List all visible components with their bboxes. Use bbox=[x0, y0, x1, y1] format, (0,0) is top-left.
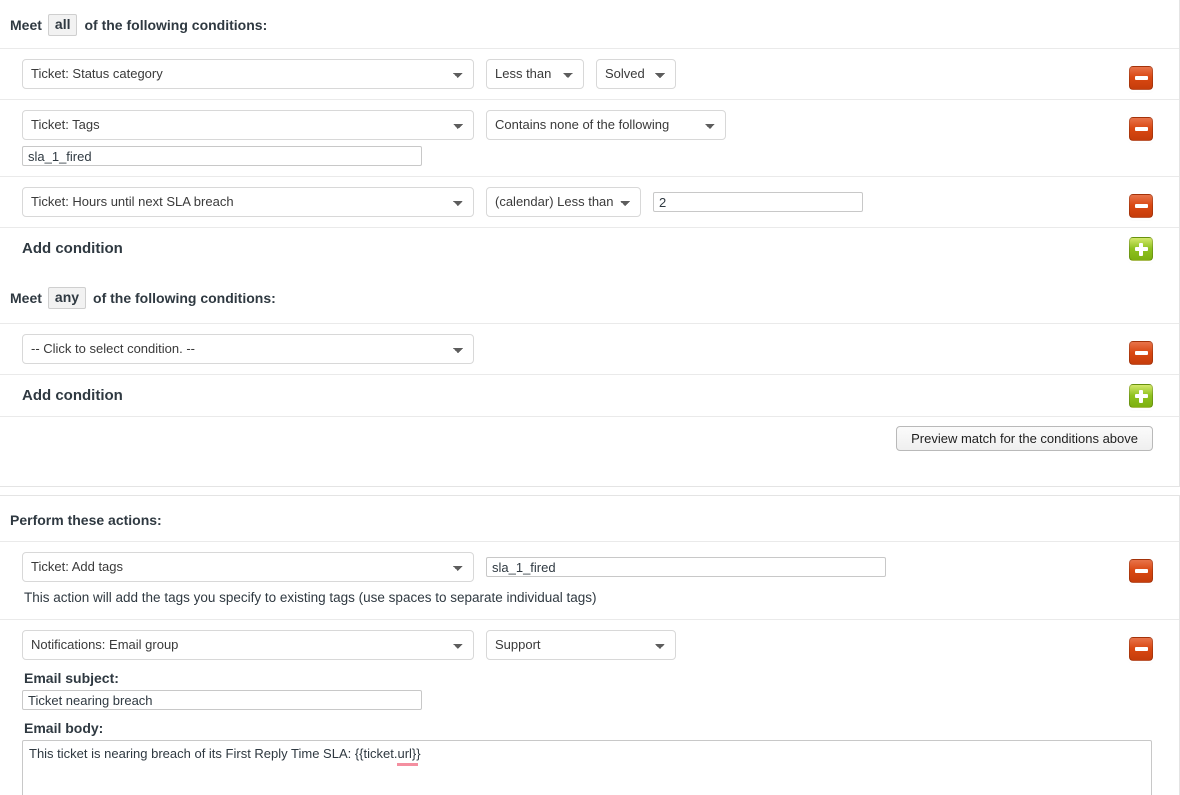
match-type-any-badge[interactable]: any bbox=[47, 287, 87, 309]
automation-rule-editor: Meet all of the following conditions: Ti… bbox=[0, 0, 1180, 795]
add-condition-label: Add condition bbox=[22, 240, 123, 257]
plus-icon-vertical bbox=[1139, 242, 1143, 256]
condition-operator-select[interactable]: Contains none of the following bbox=[486, 110, 726, 140]
email-body-textarea[interactable]: This ticket is nearing breach of its Fir… bbox=[22, 740, 1152, 795]
condition-hours-input[interactable] bbox=[653, 192, 863, 212]
condition-tags-input[interactable] bbox=[22, 146, 422, 166]
condition-operator-select[interactable]: (calendar) Less than bbox=[486, 187, 641, 217]
remove-action-button[interactable] bbox=[1129, 559, 1153, 583]
add-condition-row-any: Add condition bbox=[0, 374, 1179, 416]
meet-any-suffix: of the following conditions: bbox=[93, 290, 276, 306]
email-body-label: Email body: bbox=[24, 720, 104, 736]
conditions-panel: Meet all of the following conditions: Ti… bbox=[0, 0, 1180, 487]
remove-condition-button[interactable] bbox=[1129, 117, 1153, 141]
remove-condition-button[interactable] bbox=[1129, 66, 1153, 90]
condition-row-empty: -- Click to select condition. -- bbox=[0, 323, 1179, 374]
condition-row: Ticket: Status category Less than Solved bbox=[0, 48, 1179, 99]
remove-condition-button[interactable] bbox=[1129, 194, 1153, 218]
meet-any-header: Meet any of the following conditions: bbox=[0, 269, 1179, 323]
email-subject-label: Email subject: bbox=[24, 670, 119, 686]
minus-icon bbox=[1134, 569, 1148, 573]
preview-row: Preview match for the conditions above bbox=[0, 416, 1179, 464]
add-condition-button[interactable] bbox=[1129, 237, 1153, 261]
conditions-panel-spacer bbox=[0, 464, 1179, 486]
actions-panel: Perform these actions: Ticket: Add tags … bbox=[0, 495, 1180, 795]
perform-actions-title: Perform these actions: bbox=[10, 512, 162, 528]
meet-all-suffix: of the following conditions: bbox=[84, 17, 268, 33]
email-body-wrapper: This ticket is nearing breach of its Fir… bbox=[22, 740, 1179, 795]
minus-icon bbox=[1134, 127, 1148, 131]
condition-operator-select[interactable]: Less than bbox=[486, 59, 584, 89]
preview-match-button[interactable]: Preview match for the conditions above bbox=[896, 426, 1153, 451]
action-field-select[interactable]: Notifications: Email group bbox=[22, 630, 474, 660]
minus-icon bbox=[1134, 647, 1148, 651]
condition-value-select[interactable]: Solved bbox=[596, 59, 676, 89]
email-subject-input[interactable] bbox=[22, 690, 422, 710]
minus-icon bbox=[1134, 204, 1148, 208]
minus-icon bbox=[1134, 351, 1148, 355]
condition-field-select-empty[interactable]: -- Click to select condition. -- bbox=[22, 334, 474, 364]
add-condition-button[interactable] bbox=[1129, 384, 1153, 408]
meet-all-prefix: Meet bbox=[10, 17, 42, 33]
add-condition-row-all: Add condition bbox=[0, 227, 1179, 269]
match-type-all-badge[interactable]: all bbox=[47, 14, 78, 36]
action-field-select[interactable]: Ticket: Add tags bbox=[22, 552, 474, 582]
action-row: Ticket: Add tags This action will add th… bbox=[0, 541, 1179, 619]
action-tags-input[interactable] bbox=[486, 557, 886, 577]
action-email-group-select[interactable]: Support bbox=[486, 630, 676, 660]
condition-row: Ticket: Hours until next SLA breach (cal… bbox=[0, 176, 1179, 227]
action-hint-text: This action will add the tags you specif… bbox=[24, 590, 597, 605]
action-row: Notifications: Email group Support Email… bbox=[0, 619, 1179, 795]
condition-row: Ticket: Tags Contains none of the follow… bbox=[0, 99, 1179, 176]
meet-any-prefix: Meet bbox=[10, 290, 42, 306]
condition-field-select[interactable]: Ticket: Tags bbox=[22, 110, 474, 140]
minus-icon bbox=[1134, 76, 1148, 80]
plus-icon-vertical bbox=[1139, 389, 1143, 403]
remove-condition-button[interactable] bbox=[1129, 341, 1153, 365]
remove-action-button[interactable] bbox=[1129, 637, 1153, 661]
condition-field-select[interactable]: Ticket: Hours until next SLA breach bbox=[22, 187, 474, 217]
add-condition-label: Add condition bbox=[22, 387, 123, 404]
meet-all-header: Meet all of the following conditions: bbox=[0, 0, 1179, 48]
condition-field-select[interactable]: Ticket: Status category bbox=[22, 59, 474, 89]
